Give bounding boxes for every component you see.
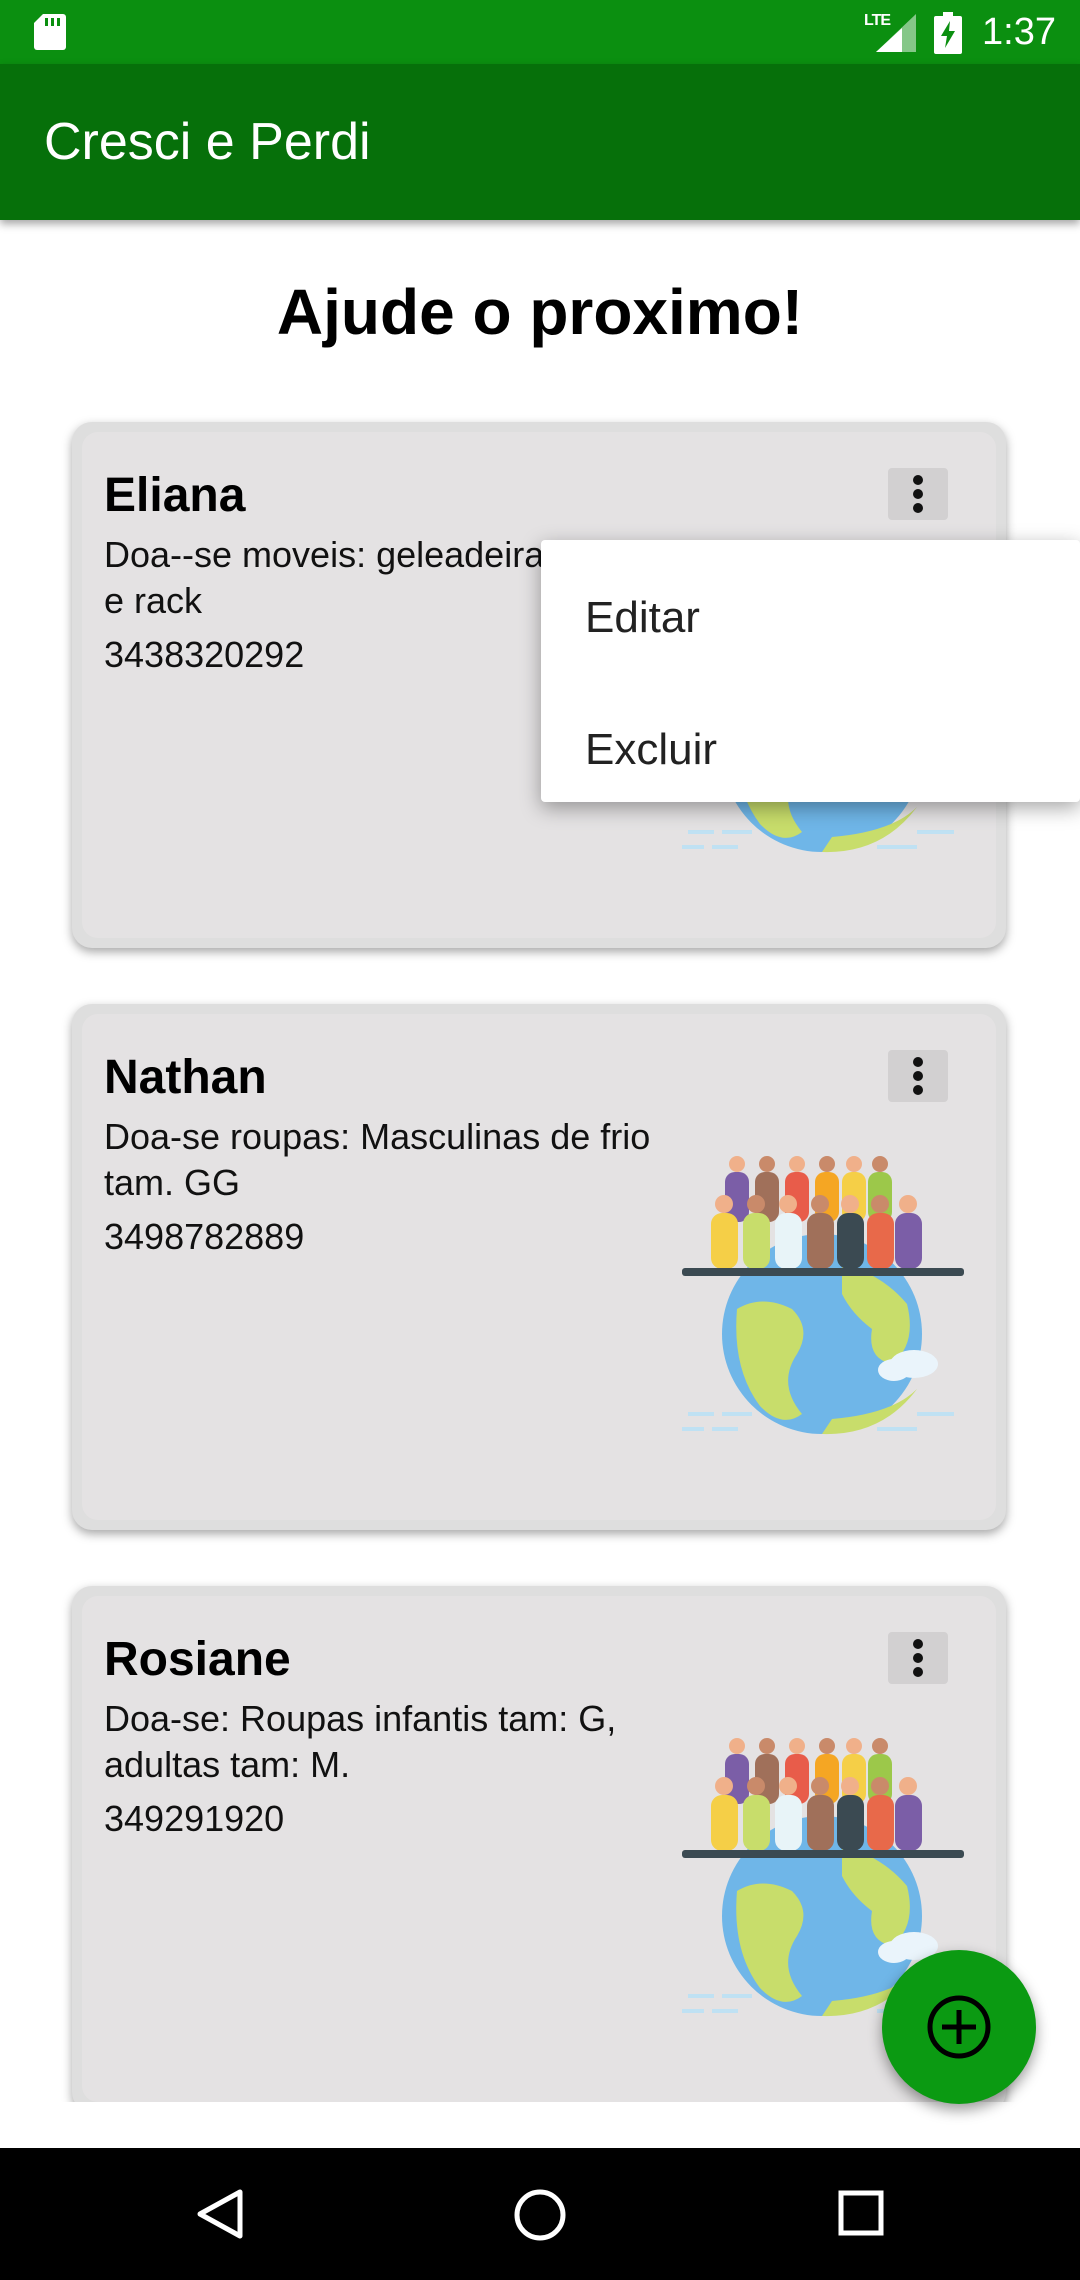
- signal-icon: [876, 14, 916, 52]
- donation-description: Doa-se roupas: Masculinas de frio tam. G…: [104, 1116, 651, 1203]
- donor-phone: 3438320292: [104, 634, 305, 675]
- donation-card[interactable]: Rosiane Doa-se: Roupas infantis tam: G, …: [72, 1586, 1006, 2102]
- screen: LTE 1:37 Cresci e Perdi Ajude o proximo!…: [0, 0, 1080, 2280]
- app-bar: Cresci e Perdi: [0, 64, 1080, 220]
- back-icon[interactable]: [196, 2188, 244, 2240]
- page-title: Ajude o proximo!: [276, 276, 804, 348]
- card-popup-menu: Editar Excluir: [541, 540, 1080, 802]
- app-title: Cresci e Perdi: [44, 113, 371, 171]
- menu-item-edit[interactable]: Editar: [585, 592, 700, 644]
- more-vert-icon: [913, 1057, 923, 1095]
- donation-card[interactable]: Nathan Doa-se roupas: Masculinas de frio…: [72, 1004, 1006, 1530]
- sd-card-icon: [34, 14, 66, 50]
- donor-name: Eliana: [104, 469, 246, 522]
- card-menu-button[interactable]: [888, 1632, 948, 1684]
- donor-name: Nathan: [104, 1051, 267, 1104]
- clock: 1:37: [982, 11, 1056, 53]
- donor-phone: 349291920: [104, 1798, 285, 1839]
- menu-item-delete[interactable]: Excluir: [585, 724, 717, 776]
- add-circle-icon: [927, 1995, 991, 2059]
- battery-charging-icon: [934, 12, 962, 54]
- status-bar: LTE 1:37: [0, 0, 1080, 64]
- card-body: Rosiane Doa-se: Roupas infantis tam: G, …: [82, 1596, 996, 2102]
- more-vert-icon: [913, 475, 923, 513]
- add-donation-button[interactable]: [882, 1950, 1036, 2104]
- people-on-globe-icon: [682, 1156, 964, 1435]
- donor-name: Rosiane: [104, 1633, 291, 1686]
- card-body: Nathan Doa-se roupas: Masculinas de frio…: [82, 1014, 996, 1520]
- card-menu-button[interactable]: [888, 468, 948, 520]
- donor-phone: 3498782889: [104, 1216, 305, 1257]
- card-menu-button[interactable]: [888, 1050, 948, 1102]
- home-icon[interactable]: [513, 2188, 567, 2242]
- more-vert-icon: [913, 1639, 923, 1677]
- recents-icon[interactable]: [838, 2190, 884, 2236]
- navigation-bar: [0, 2148, 1080, 2280]
- donation-list-screen[interactable]: Ajude o proximo! Eliana Doa--se moveis: …: [0, 220, 1080, 2102]
- donation-description: Doa-se: Roupas infantis tam: G, adultas …: [104, 1698, 617, 1785]
